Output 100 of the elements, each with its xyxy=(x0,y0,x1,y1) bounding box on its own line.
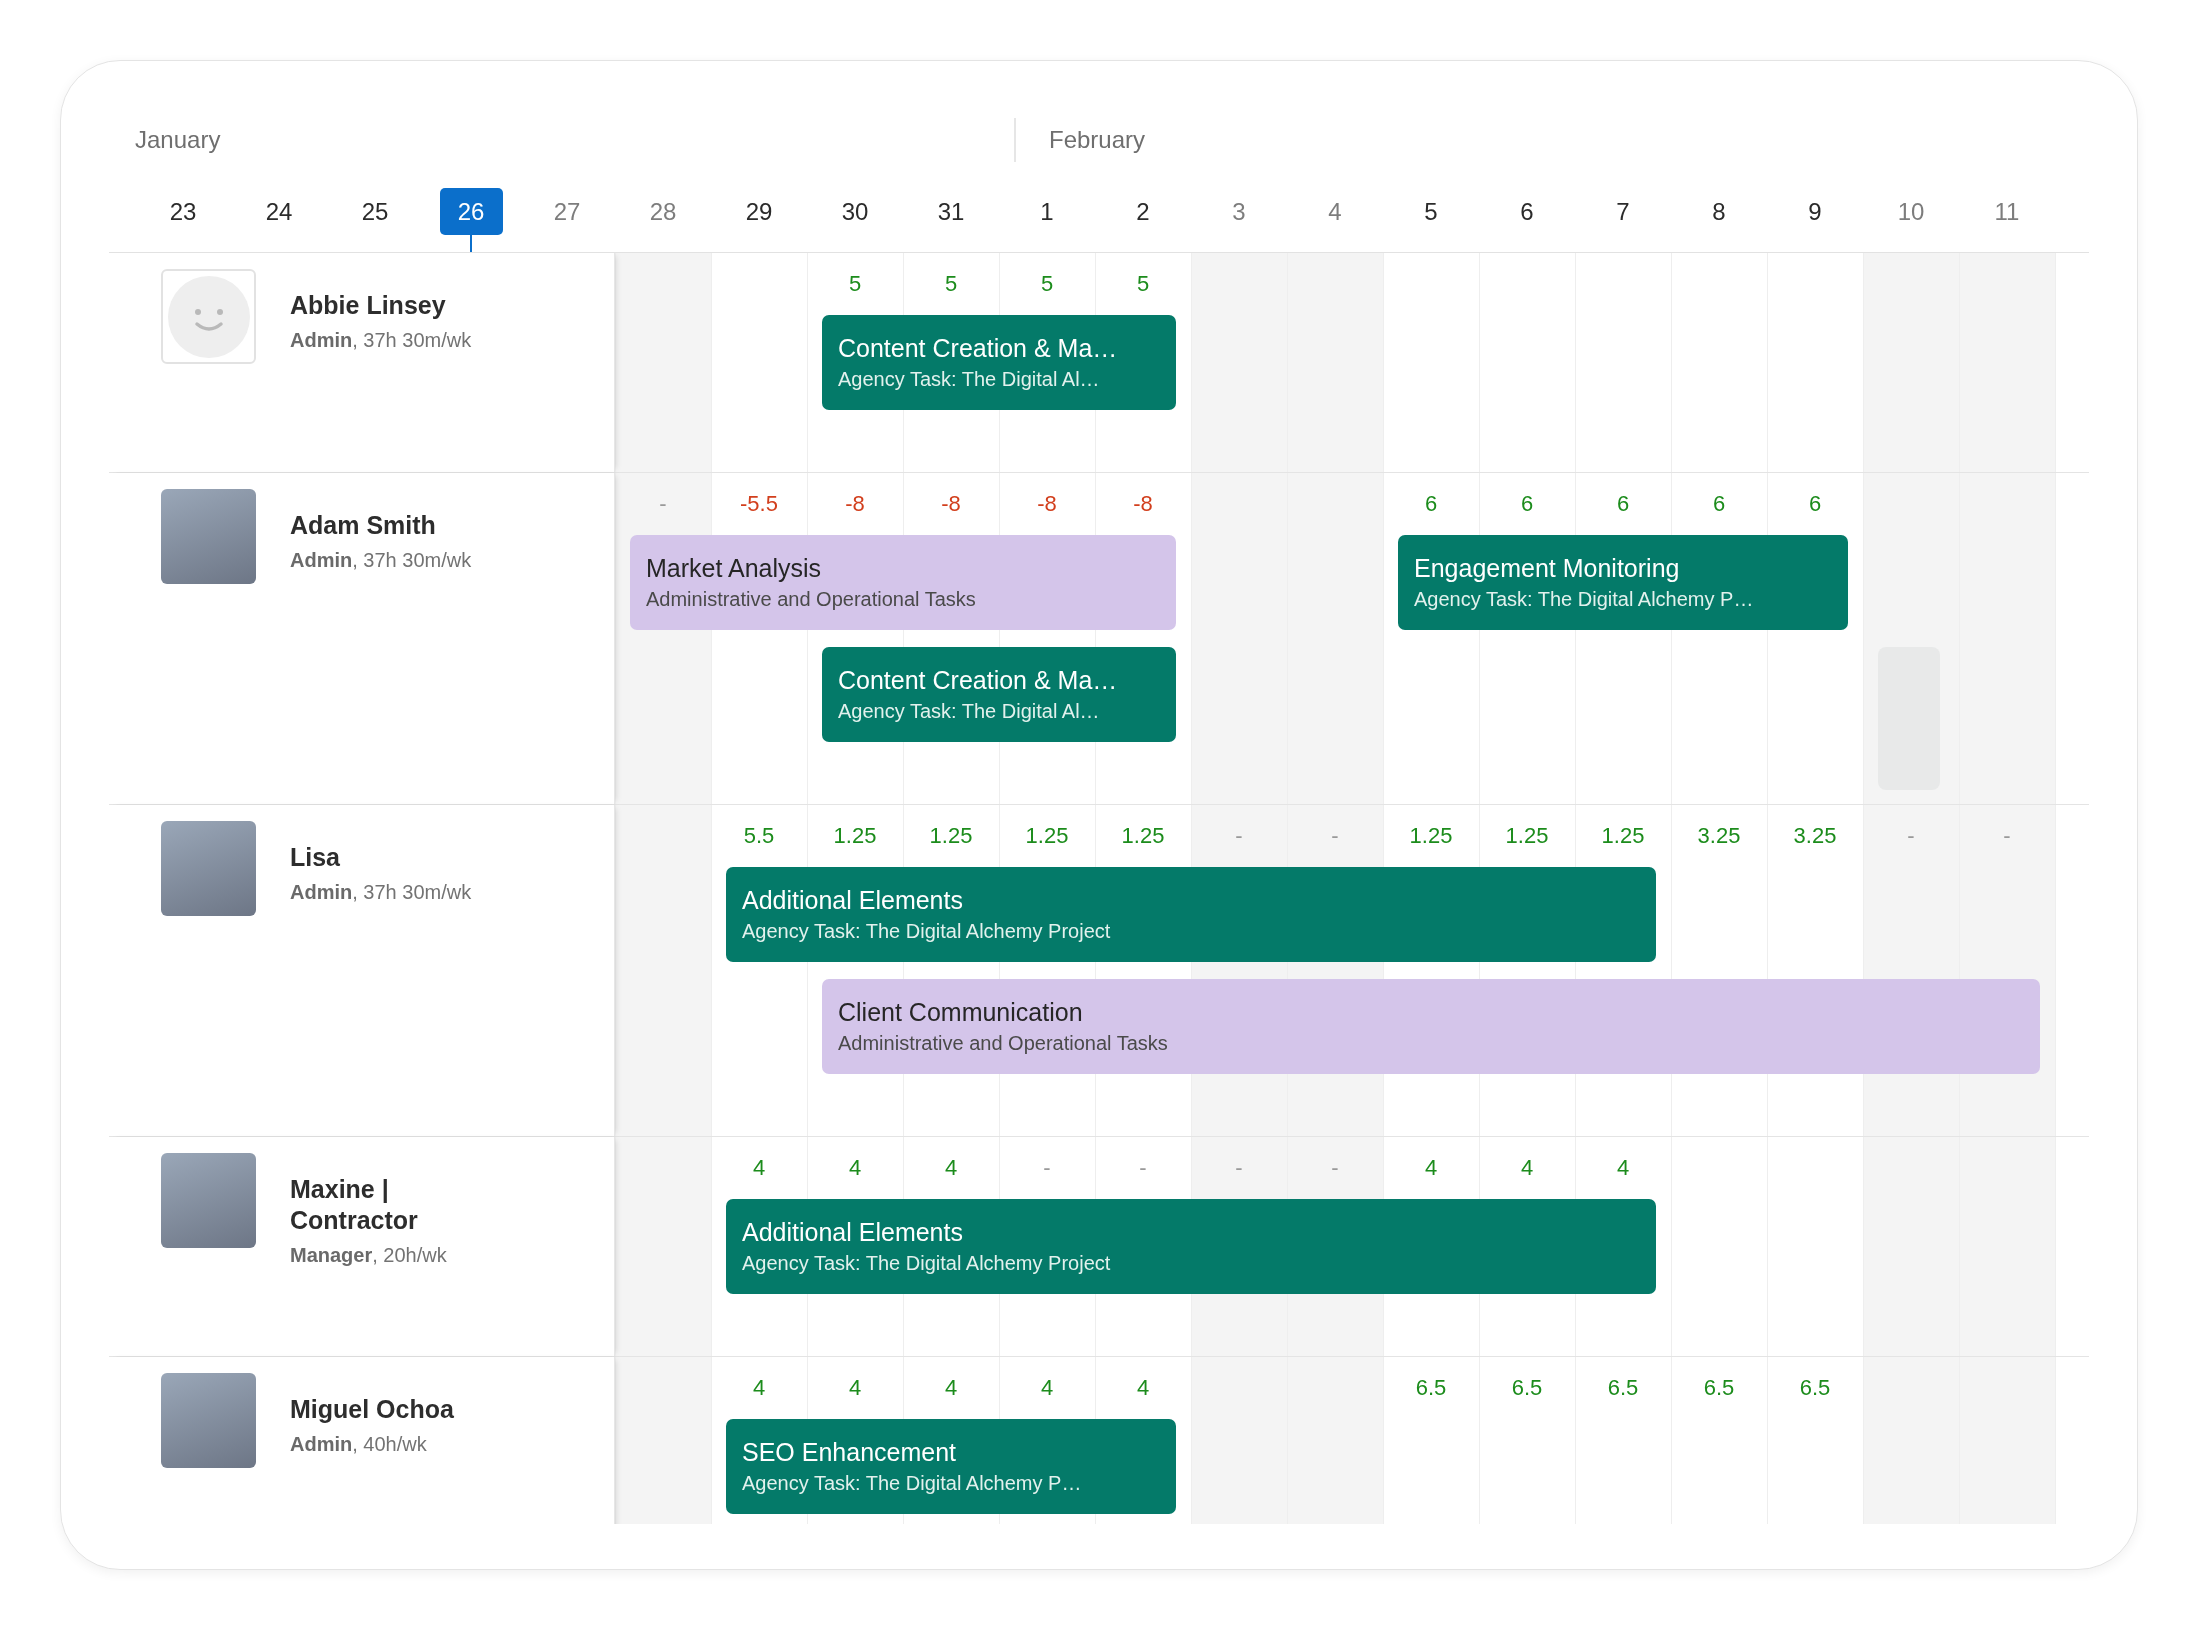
person-name: Maxine | Contractor xyxy=(290,1174,419,1236)
hours-value: 4 xyxy=(847,1375,863,1401)
task-bar[interactable]: Market Analysis Administrative and Operational Tasks xyxy=(630,535,1176,630)
person-name: Lisa xyxy=(290,842,342,873)
hours-value: 6.5 xyxy=(1798,1375,1832,1401)
hours-value: 1.25 xyxy=(1120,823,1166,849)
month-label: February xyxy=(1014,118,1287,162)
day-label: 6 xyxy=(1519,197,1535,227)
task-subtitle: Administrative and Operational Tasks xyxy=(646,587,977,612)
hours-value: - xyxy=(2002,823,2012,849)
day-label: 8 xyxy=(1711,197,1727,227)
hours-value: - xyxy=(658,491,668,517)
month-label: January xyxy=(135,126,222,154)
person-name: Adam Smith xyxy=(290,510,437,541)
hours-value: 6.5 xyxy=(1606,1375,1640,1401)
task-subtitle: Agency Task: The Digital Al… xyxy=(838,367,1101,392)
task-subtitle: Administrative and Operational Tasks xyxy=(838,1031,1169,1056)
hours-value: 1.25 xyxy=(1024,823,1070,849)
day-label: 30 xyxy=(840,197,870,227)
task-title: Content Creation & Ma… xyxy=(838,333,1119,363)
day-label: 4 xyxy=(1327,197,1343,227)
hours-value: 5 xyxy=(943,271,959,297)
day-label: 3 xyxy=(1231,197,1247,227)
today-date-badge: 26 xyxy=(439,188,503,235)
day-label: 27 xyxy=(552,197,582,227)
person-role: Admin, 37h 30m/wk xyxy=(290,328,472,353)
hours-value: 6 xyxy=(1519,491,1535,517)
task-title: SEO Enhancement xyxy=(742,1437,957,1467)
person-role: Admin, 37h 30m/wk xyxy=(290,548,472,573)
hours-value: - xyxy=(1330,823,1340,849)
hours-value: 3.25 xyxy=(1792,823,1838,849)
task-subtitle: Agency Task: The Digital Al… xyxy=(838,699,1101,724)
hours-value: 6.5 xyxy=(1510,1375,1544,1401)
hours-value: 4 xyxy=(1519,1155,1535,1181)
person-role: Admin, 37h 30m/wk xyxy=(290,880,472,905)
day-label: 28 xyxy=(648,197,678,227)
task-bar[interactable]: Engagement Monitoring Agency Task: The Digital Alchemy P… xyxy=(1398,535,1848,630)
task-bar[interactable]: Additional Elements Agency Task: The Digital Alchemy Project xyxy=(726,867,1656,962)
hours-value: 4 xyxy=(1039,1375,1055,1401)
hours-value: 1.25 xyxy=(1408,823,1454,849)
hours-value: 5 xyxy=(1039,271,1055,297)
day-label: 5 xyxy=(1423,197,1439,227)
hours-value: -8 xyxy=(1036,491,1058,517)
hours-value: 1.25 xyxy=(928,823,974,849)
hours-value: 6.5 xyxy=(1702,1375,1736,1401)
task-title: Market Analysis xyxy=(646,553,823,583)
task-bar[interactable]: SEO Enhancement Agency Task: The Digital Alchemy P… xyxy=(726,1419,1176,1514)
hours-value: 1.25 xyxy=(832,823,878,849)
hours-value: - xyxy=(1234,823,1244,849)
person-name: Abbie Linsey xyxy=(290,290,447,321)
hours-value: 5 xyxy=(847,271,863,297)
hours-value: 4 xyxy=(943,1375,959,1401)
person-role: Manager, 20h/wk xyxy=(290,1243,448,1268)
task-subtitle: Agency Task: The Digital Alchemy Project xyxy=(742,1251,1112,1276)
hours-value: - xyxy=(1234,1155,1244,1181)
smiley-face-icon xyxy=(167,275,250,358)
hours-value: 4 xyxy=(943,1155,959,1181)
hours-value: 6 xyxy=(1807,491,1823,517)
hours-value: 3.25 xyxy=(1696,823,1742,849)
hours-value: 4 xyxy=(751,1375,767,1401)
hours-value: 4 xyxy=(1135,1375,1151,1401)
day-label: 9 xyxy=(1807,197,1823,227)
task-bar[interactable]: Content Creation & Ma… Agency Task: The Digital Al… xyxy=(822,315,1176,410)
hours-value: 1.25 xyxy=(1600,823,1646,849)
day-label: 7 xyxy=(1615,197,1631,227)
day-label: 11 xyxy=(1993,197,2021,227)
day-label: 25 xyxy=(360,197,390,227)
day-label: 1 xyxy=(1039,197,1055,227)
task-title: Engagement Monitoring xyxy=(1414,553,1681,583)
hours-value: 4 xyxy=(847,1155,863,1181)
task-bar[interactable]: Content Creation & Ma… Agency Task: The Digital Al… xyxy=(822,647,1176,742)
hours-value: 5.5 xyxy=(742,823,776,849)
hours-value: -8 xyxy=(844,491,866,517)
hours-value: 1.25 xyxy=(1504,823,1550,849)
hours-value: 4 xyxy=(1615,1155,1631,1181)
hours-value: 4 xyxy=(751,1155,767,1181)
hours-value: 6.5 xyxy=(1414,1375,1448,1401)
hours-value: - xyxy=(1906,823,1916,849)
task-title: Additional Elements xyxy=(742,885,964,915)
hours-value: 4 xyxy=(1423,1155,1439,1181)
hours-value: - xyxy=(1330,1155,1340,1181)
task-bar[interactable]: Additional Elements Agency Task: The Digital Alchemy Project xyxy=(726,1199,1656,1294)
task-bar[interactable]: Client Communication Administrative and Operational Tasks xyxy=(822,979,2040,1074)
day-label: 31 xyxy=(936,197,966,227)
day-label: 10 xyxy=(1896,197,1926,227)
day-label: 24 xyxy=(264,197,294,227)
hours-value: -5.5 xyxy=(739,491,779,517)
hours-value: -8 xyxy=(940,491,962,517)
person-role: Admin, 40h/wk xyxy=(290,1432,428,1457)
hours-value: - xyxy=(1042,1155,1052,1181)
hours-value: - xyxy=(1138,1155,1148,1181)
day-label: 2 xyxy=(1135,197,1151,227)
hours-value: 6 xyxy=(1423,491,1439,517)
person-name: Miguel Ochoa xyxy=(290,1394,454,1425)
task-subtitle: Agency Task: The Digital Alchemy P… xyxy=(1414,587,1755,612)
task-title: Client Communication xyxy=(838,997,1084,1027)
hours-value: 6 xyxy=(1711,491,1727,517)
day-label: 29 xyxy=(744,197,774,227)
task-title: Content Creation & Ma… xyxy=(838,665,1119,695)
hours-value: 5 xyxy=(1135,271,1151,297)
